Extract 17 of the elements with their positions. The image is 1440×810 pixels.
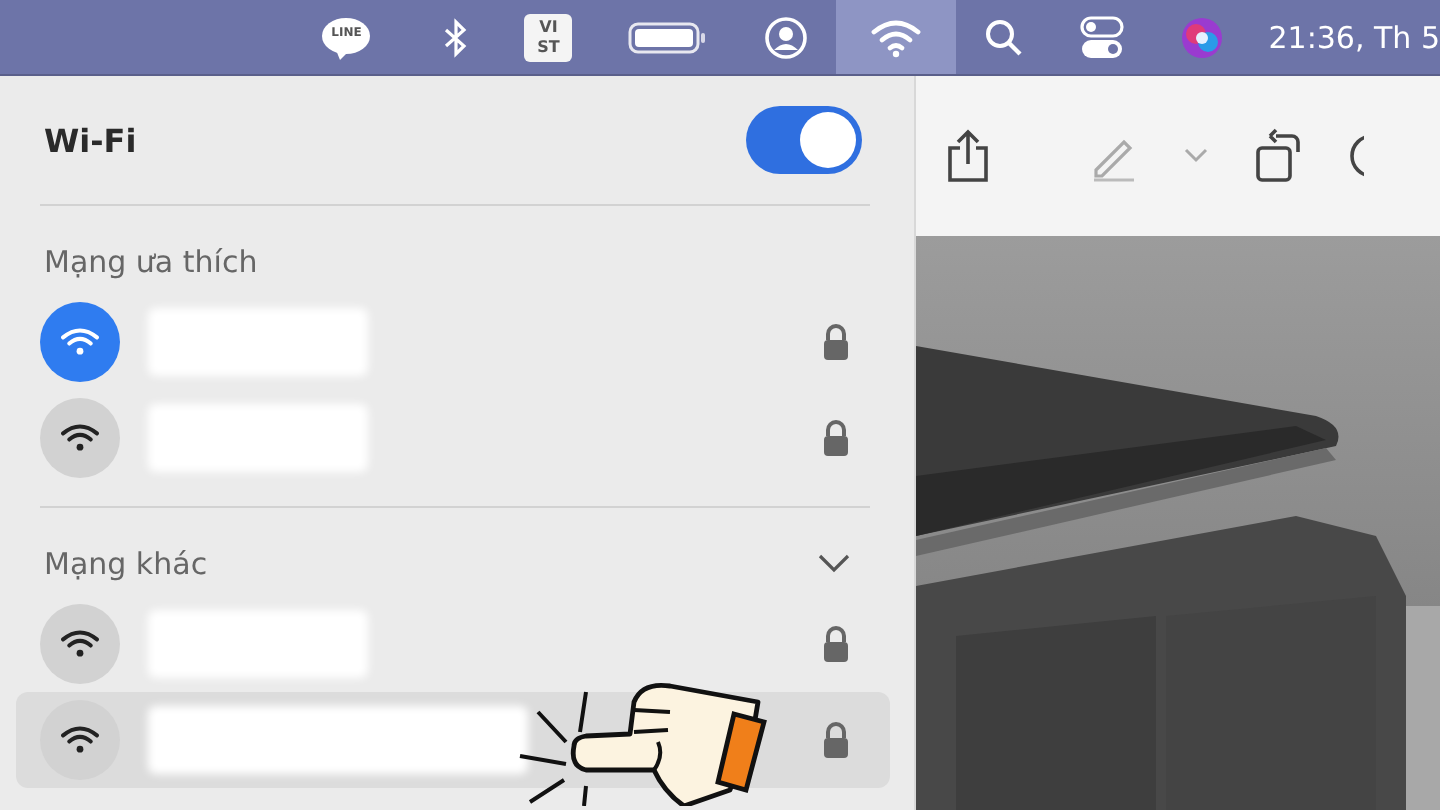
siri-icon[interactable] (1180, 15, 1225, 59)
input-source-icon[interactable]: VI ST (524, 13, 573, 61)
battery-icon[interactable] (628, 17, 709, 57)
bluetooth-icon[interactable] (444, 17, 469, 57)
rotate-icon[interactable] (1252, 128, 1304, 184)
user-icon[interactable] (764, 15, 809, 59)
share-icon[interactable] (944, 128, 992, 184)
clock[interactable]: 21:36, Th 5 (1268, 19, 1440, 55)
wifi-title: Wi-Fi (44, 121, 137, 159)
search-icon[interactable] (984, 17, 1025, 57)
wifi-toggle[interactable] (746, 106, 862, 174)
chevron-icon[interactable] (818, 554, 850, 574)
section-heading: Mạng khác (44, 546, 208, 582)
wifi-menu-icon[interactable] (836, 0, 957, 74)
toolbar-edge-icon[interactable] (1348, 130, 1364, 182)
control-center-icon[interactable] (1080, 15, 1125, 59)
section-heading: Mạng ưa thích (44, 244, 258, 280)
